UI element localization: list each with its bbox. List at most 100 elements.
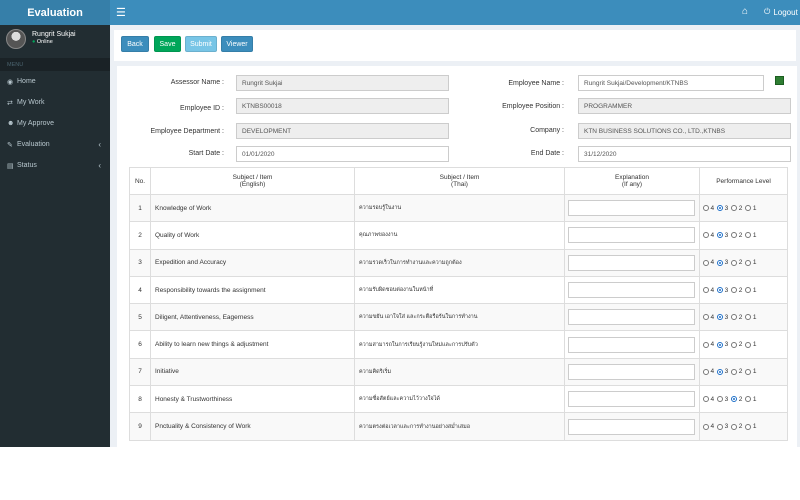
radio-icon[interactable] <box>717 205 724 212</box>
level-option[interactable]: 3 <box>717 368 728 375</box>
radio-icon[interactable] <box>717 259 724 266</box>
submit-button[interactable]: Submit <box>185 36 217 52</box>
radio-icon[interactable] <box>703 232 709 239</box>
radio-icon[interactable] <box>745 232 752 239</box>
sidebar-item-evaluation[interactable]: ✎ Evaluation ‹ <box>0 134 110 155</box>
explanation-input[interactable] <box>568 254 695 271</box>
employee-department-field[interactable]: DEVELOPMENT <box>236 123 449 139</box>
radio-icon[interactable] <box>731 259 738 266</box>
radio-icon[interactable] <box>717 368 724 375</box>
radio-icon[interactable] <box>731 423 738 430</box>
level-option[interactable]: 4 <box>703 314 714 321</box>
radio-icon[interactable] <box>703 287 709 294</box>
radio-icon[interactable] <box>717 287 724 294</box>
home-icon[interactable]: ⌂ <box>742 6 748 17</box>
sidebar-item-status[interactable]: ▤ Status ‹ <box>0 155 110 176</box>
radio-icon[interactable] <box>745 314 752 321</box>
back-button[interactable]: Back <box>121 36 149 52</box>
radio-icon[interactable] <box>703 259 709 266</box>
radio-icon[interactable] <box>731 205 738 212</box>
level-option[interactable]: 3 <box>717 341 728 348</box>
radio-icon[interactable] <box>731 287 738 294</box>
radio-icon[interactable] <box>745 341 752 348</box>
employee-id-field[interactable]: KTNBS00018 <box>236 98 449 114</box>
radio-icon[interactable] <box>703 341 709 348</box>
radio-icon[interactable] <box>717 232 724 239</box>
level-option[interactable]: 2 <box>731 205 742 212</box>
level-option[interactable]: 1 <box>745 314 757 321</box>
level-option[interactable]: 4 <box>703 341 714 348</box>
level-option[interactable]: 4 <box>703 423 714 430</box>
explanation-input[interactable] <box>568 227 695 244</box>
level-option[interactable]: 3 <box>717 314 728 321</box>
explanation-input[interactable] <box>568 309 695 326</box>
level-option[interactable]: 3 <box>717 232 728 239</box>
level-option[interactable]: 1 <box>745 259 757 266</box>
level-option[interactable]: 3 <box>717 287 728 294</box>
radio-icon[interactable] <box>717 396 724 403</box>
level-option[interactable]: 1 <box>745 368 757 375</box>
level-option[interactable]: 2 <box>731 314 742 321</box>
explanation-input[interactable] <box>568 418 695 435</box>
radio-icon[interactable] <box>703 368 709 375</box>
save-button[interactable]: Save <box>154 36 181 52</box>
explanation-input[interactable] <box>568 363 695 380</box>
radio-icon[interactable] <box>745 205 752 212</box>
employee-position-field[interactable]: PROGRAMMER <box>578 98 791 114</box>
level-option[interactable]: 2 <box>731 232 742 239</box>
radio-icon[interactable] <box>745 368 752 375</box>
level-option[interactable]: 3 <box>717 423 728 430</box>
radio-icon[interactable] <box>745 259 752 266</box>
radio-icon[interactable] <box>717 314 724 321</box>
radio-icon[interactable] <box>731 341 738 348</box>
level-option[interactable]: 1 <box>745 205 757 212</box>
level-option[interactable]: 4 <box>703 232 714 239</box>
level-option[interactable]: 2 <box>731 259 742 266</box>
menu-toggle-icon[interactable]: ☰ <box>116 6 126 19</box>
radio-icon[interactable] <box>703 205 709 212</box>
explanation-input[interactable] <box>568 336 695 353</box>
end-date-field[interactable]: 31/12/2020 <box>578 146 791 162</box>
explanation-input[interactable] <box>568 282 695 299</box>
sidebar-item-my-work[interactable]: ⇄ My Work <box>0 92 110 113</box>
level-option[interactable]: 3 <box>717 259 728 266</box>
radio-icon[interactable] <box>745 287 752 294</box>
level-option[interactable]: 1 <box>745 423 757 430</box>
viewer-button[interactable]: Viewer <box>221 36 253 52</box>
level-option[interactable]: 2 <box>731 368 742 375</box>
level-option[interactable]: 2 <box>731 341 742 348</box>
radio-icon[interactable] <box>745 396 752 403</box>
radio-icon[interactable] <box>731 232 738 239</box>
logout-button[interactable]: ⏻ Logout <box>764 7 798 17</box>
level-option[interactable]: 2 <box>731 423 742 430</box>
radio-icon[interactable] <box>703 423 709 430</box>
radio-icon[interactable] <box>703 314 709 321</box>
radio-icon[interactable] <box>745 423 752 430</box>
radio-icon[interactable] <box>731 368 738 375</box>
level-option[interactable]: 1 <box>745 232 757 239</box>
company-field[interactable]: KTN BUSINESS SOLUTIONS CO., LTD.,KTNBS <box>578 123 791 139</box>
level-option[interactable]: 4 <box>703 396 714 403</box>
radio-icon[interactable] <box>717 341 724 348</box>
level-option[interactable]: 2 <box>731 396 742 403</box>
app-brand[interactable]: Evaluation <box>0 0 110 25</box>
sidebar-item-my-approve[interactable]: ☻ My Approve <box>0 113 110 134</box>
level-option[interactable]: 1 <box>745 287 757 294</box>
level-option[interactable]: 3 <box>717 205 728 212</box>
assessor-name-field[interactable]: Rungrit Sukjai <box>236 75 449 91</box>
excel-export-icon[interactable] <box>775 76 784 85</box>
level-option[interactable]: 1 <box>745 341 757 348</box>
level-option[interactable]: 2 <box>731 287 742 294</box>
radio-icon[interactable] <box>731 396 738 403</box>
level-option[interactable]: 4 <box>703 368 714 375</box>
employee-name-field[interactable]: Rungrit Sukjai/Development/KTNBS <box>578 75 764 91</box>
level-option[interactable]: 4 <box>703 205 714 212</box>
level-option[interactable]: 4 <box>703 259 714 266</box>
level-option[interactable]: 3 <box>717 396 728 403</box>
level-option[interactable]: 1 <box>745 396 757 403</box>
start-date-field[interactable]: 01/01/2020 <box>236 146 449 162</box>
sidebar-item-home[interactable]: ◉ Home <box>0 71 110 92</box>
radio-icon[interactable] <box>703 396 709 403</box>
radio-icon[interactable] <box>731 314 738 321</box>
radio-icon[interactable] <box>717 423 724 430</box>
